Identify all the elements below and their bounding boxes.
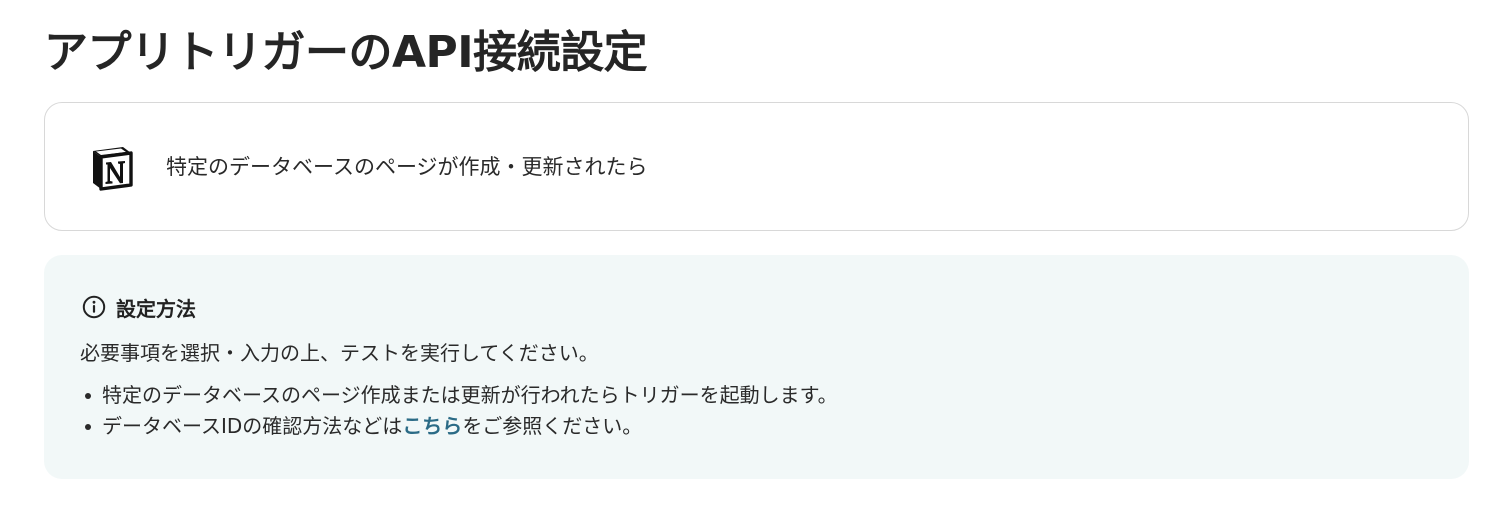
info-header: 設定方法 — [82, 293, 196, 321]
trigger-card[interactable]: 特定のデータベースのページが作成・更新されたら — [44, 102, 1469, 231]
list-item-text: 特定のデータベースのページ作成または更新が行われたらトリガーを起動します。 — [102, 383, 838, 407]
info-title: 設定方法 — [116, 296, 196, 321]
info-list: 特定のデータベースのページ作成または更新が行われたらトリガーを起動します。 デー… — [80, 380, 838, 442]
page: アプリトリガーのAPI接続設定 特定のデータベースのページが作成・更新されたら — [0, 0, 1510, 516]
trigger-label: 特定のデータベースのページが作成・更新されたら — [166, 155, 648, 179]
info-panel: 設定方法 必要事項を選択・入力の上、テストを実行してください。 特定のデータベー… — [44, 255, 1469, 479]
list-item: データベースIDの確認方法などはこちらをご参照ください。 — [80, 411, 838, 442]
help-link[interactable]: こちら — [402, 414, 462, 438]
info-circle-icon — [82, 295, 106, 319]
info-intro: 必要事項を選択・入力の上、テストを実行してください。 — [80, 341, 599, 365]
list-item: 特定のデータベースのページ作成または更新が行われたらトリガーを起動します。 — [80, 380, 838, 411]
list-item-text-before-link: データベースIDの確認方法などは — [102, 414, 403, 438]
page-title: アプリトリガーのAPI接続設定 — [44, 27, 648, 78]
list-item-text-after-link: をご参照ください。 — [462, 414, 643, 438]
notion-logo-icon — [85, 141, 137, 193]
